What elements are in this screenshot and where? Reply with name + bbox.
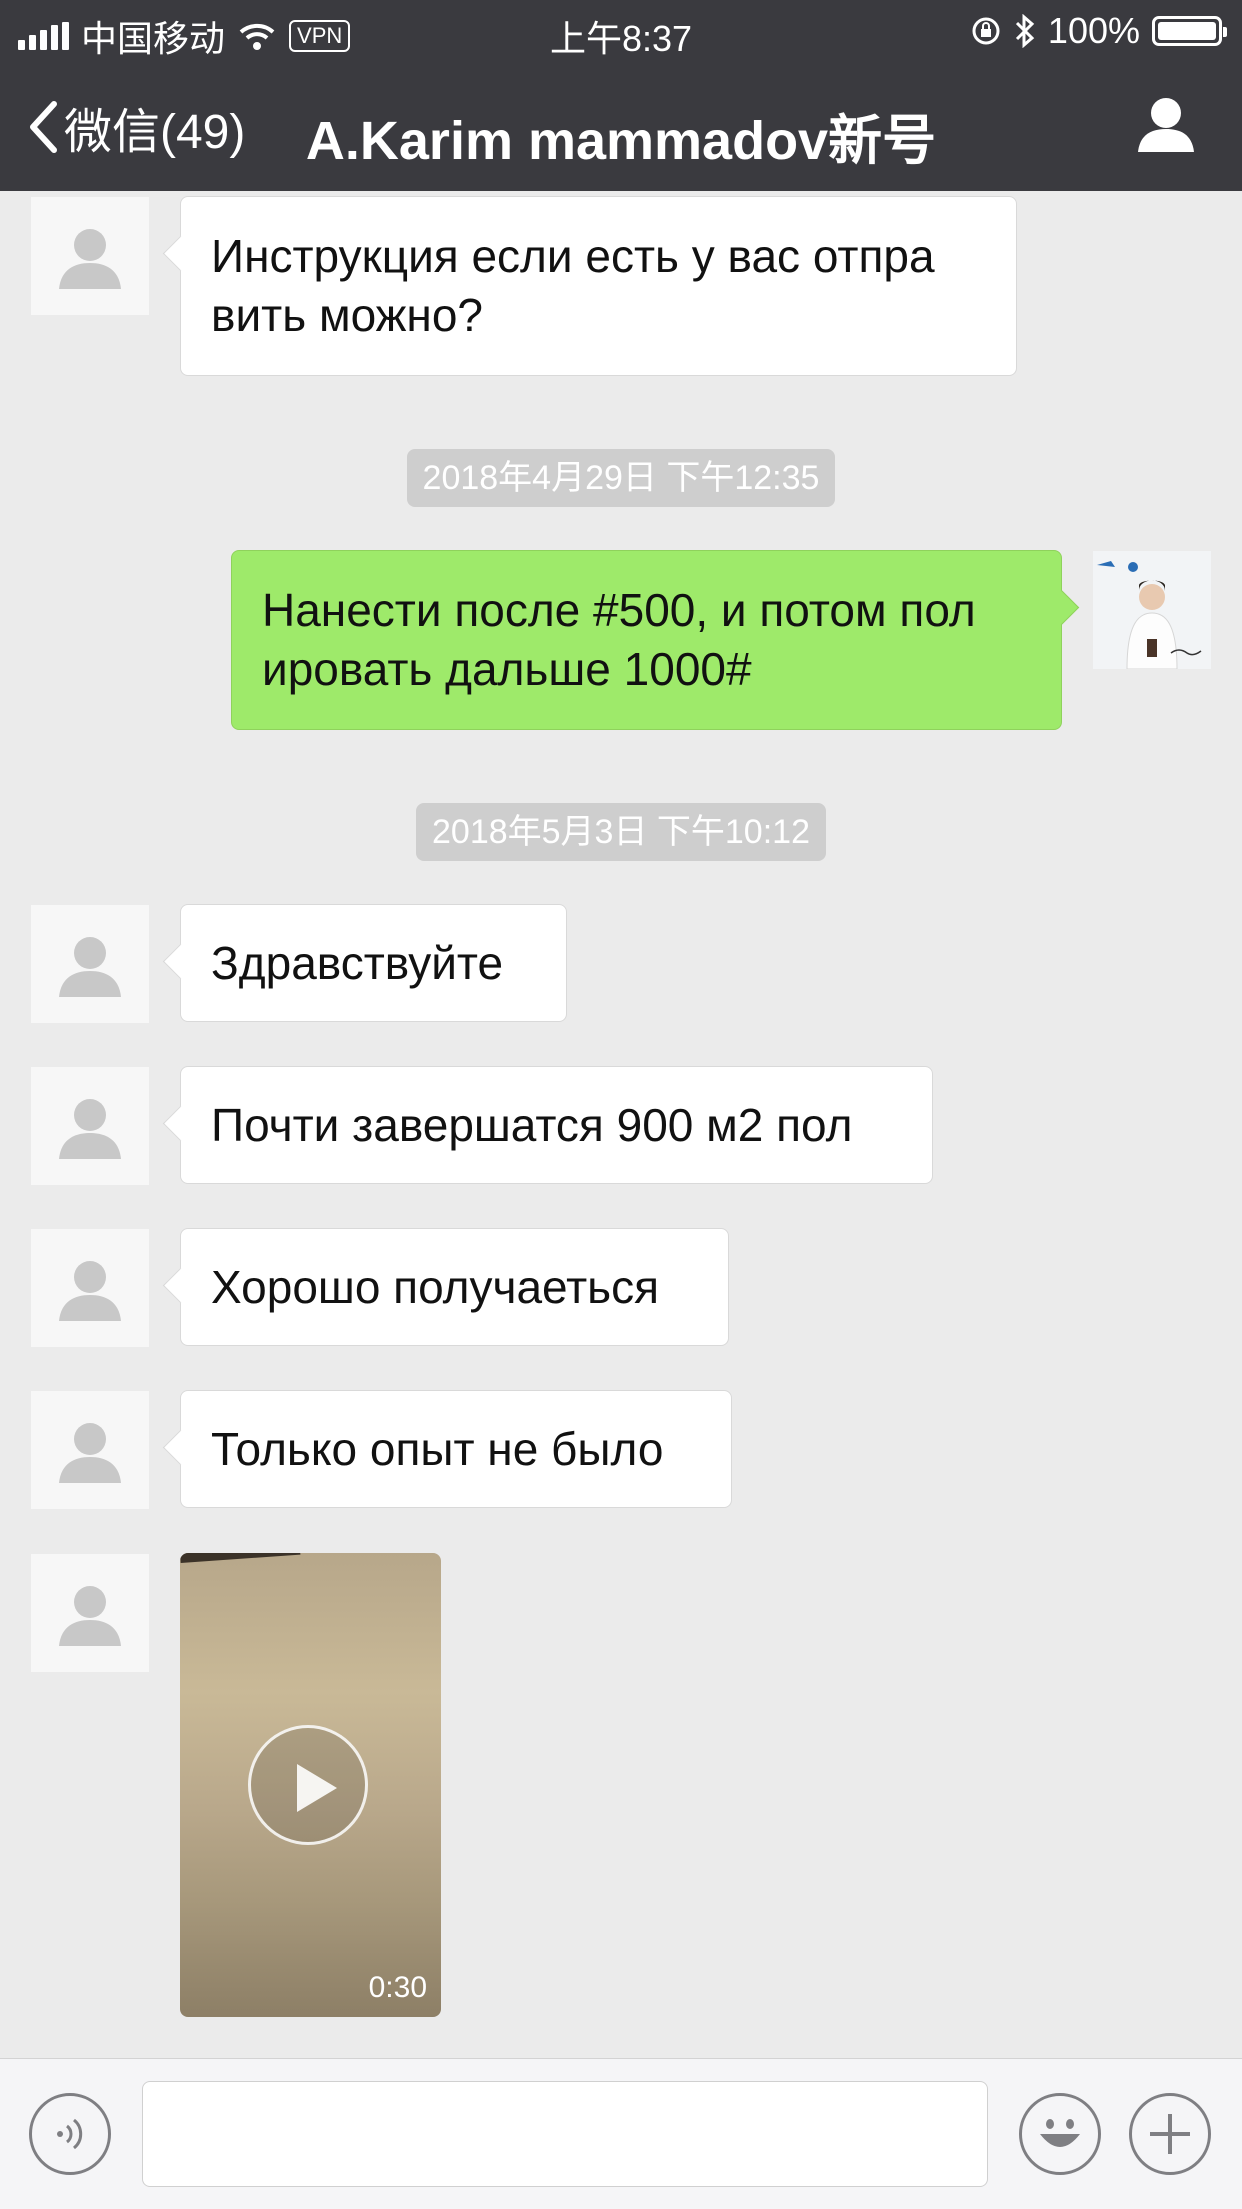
plus-icon: [1150, 2114, 1190, 2154]
chat-title: A.Karim mammadov新号: [305, 111, 937, 171]
status-bar: 中国移动 VPN 上午8:37 100%: [0, 0, 1242, 62]
person-icon: [1138, 98, 1194, 152]
my-avatar[interactable]: [1093, 551, 1211, 669]
timestamp-text: 2018年4月29日 下午12:35: [406, 449, 836, 507]
bluetooth-icon: [1015, 14, 1035, 48]
message-text: Инструкция если есть у вас отпра вить мо…: [211, 230, 935, 341]
voice-icon: [57, 2118, 83, 2150]
contact-avatar[interactable]: [31, 905, 149, 1023]
contact-avatar[interactable]: [31, 197, 149, 315]
message-text: Нанести после #500, и потом пол ировать …: [262, 584, 976, 695]
default-avatar-icon: [59, 1586, 121, 1646]
user-photo-icon: [1093, 551, 1211, 669]
input-bar: [0, 2058, 1242, 2209]
default-avatar-icon: [59, 1423, 121, 1483]
play-icon[interactable]: [248, 1725, 368, 1845]
default-avatar-icon: [59, 1261, 121, 1321]
emoji-button[interactable]: [1019, 2093, 1101, 2175]
message-bubble-incoming[interactable]: Инструкция если есть у вас отпра вить мо…: [180, 196, 1017, 376]
battery-icon: [1152, 16, 1227, 46]
profile-button[interactable]: [1136, 96, 1196, 159]
message-bubble-incoming[interactable]: Только опыт не было: [180, 1390, 732, 1508]
rotation-lock-icon: [972, 17, 1000, 45]
emoji-icon: [1040, 2119, 1080, 2147]
contact-avatar[interactable]: [31, 1067, 149, 1185]
contact-avatar[interactable]: [31, 1554, 149, 1672]
message-text: Только опыт не было: [211, 1422, 664, 1475]
top-bar: 中国移动 VPN 上午8:37 100% 微信(49) A.Karim mamm…: [0, 0, 1242, 191]
contact-avatar[interactable]: [31, 1229, 149, 1347]
video-duration: 0:30: [368, 1971, 427, 2004]
nav-bar: 微信(49) A.Karim mammadov新号: [0, 62, 1242, 191]
message-text: Хорошо получаеться: [211, 1260, 660, 1313]
timestamp: 2018年4月29日 下午12:35: [0, 449, 1242, 507]
voice-button[interactable]: [29, 2093, 111, 2175]
default-avatar-icon: [59, 937, 121, 997]
default-avatar-icon: [59, 1099, 121, 1159]
message-bubble-incoming[interactable]: Почти завершатся 900 м2 пол: [180, 1066, 933, 1184]
message-input[interactable]: [142, 2081, 988, 2187]
message-text: Здравствуйте: [211, 936, 504, 989]
battery-label: 100%: [1047, 10, 1140, 51]
message-bubble-incoming[interactable]: Хорошо получаеться: [180, 1228, 729, 1346]
plus-button[interactable]: [1129, 2093, 1211, 2175]
timestamp: 2018年5月3日 下午10:12: [0, 803, 1242, 861]
timestamp-text: 2018年5月3日 下午10:12: [416, 803, 826, 861]
message-bubble-outgoing[interactable]: Нанести после #500, и потом пол ировать …: [231, 550, 1062, 730]
contact-avatar[interactable]: [31, 1391, 149, 1509]
video-message[interactable]: 0:30: [180, 1553, 441, 2017]
message-bubble-incoming[interactable]: Здравствуйте: [180, 904, 567, 1022]
default-avatar-icon: [59, 229, 121, 289]
message-text: Почти завершатся 900 м2 пол: [211, 1098, 853, 1151]
